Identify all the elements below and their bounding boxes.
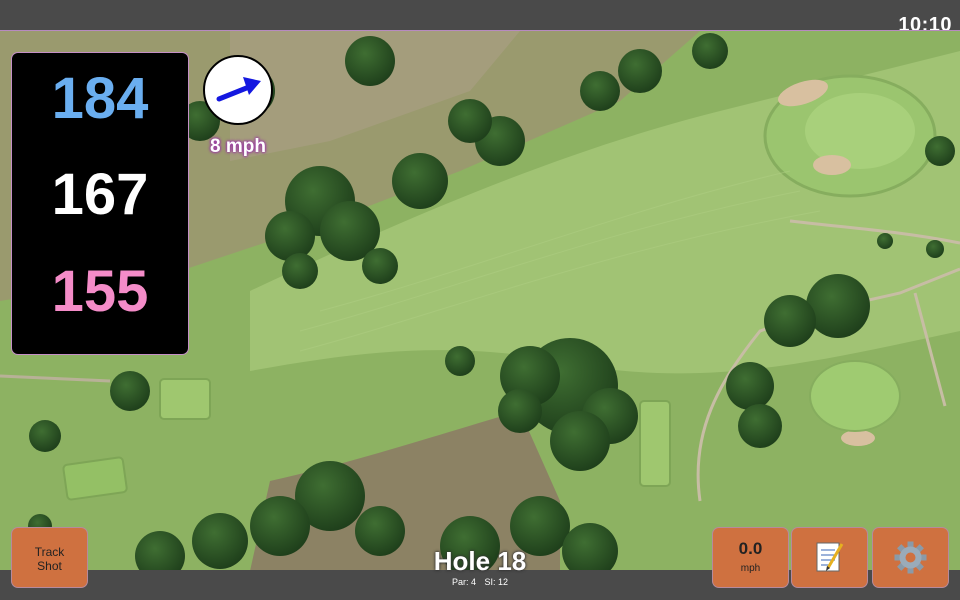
settings-button[interactable] xyxy=(873,528,948,587)
course-map[interactable]: 184 167 155 8 mph xyxy=(0,30,960,571)
wind-arrow-icon xyxy=(216,77,261,102)
track-shot-label-line1: Track xyxy=(34,545,65,559)
hole-par: Par: 4 xyxy=(451,577,476,587)
hole-info: Par: 4 SI: 12 xyxy=(380,577,580,587)
gear-icon xyxy=(894,541,927,574)
memo-icon xyxy=(816,542,844,572)
hole-stroke-index: SI: 12 xyxy=(484,577,509,587)
wind-direction-indicator xyxy=(203,55,273,125)
distance-front: 155 xyxy=(51,259,149,324)
status-bar: 10:10 xyxy=(0,0,960,36)
distance-panel[interactable]: 184 167 155 xyxy=(12,53,188,354)
track-shot-button[interactable]: Track Shot xyxy=(12,528,87,587)
speed-button[interactable]: 0.0 mph xyxy=(713,528,788,587)
track-shot-label-line2: Shot xyxy=(37,559,62,573)
distance-middle: 167 xyxy=(51,162,149,227)
speed-value: 0.0 xyxy=(738,539,763,558)
speed-unit: mph xyxy=(740,563,761,574)
hole-title: Hole 18 xyxy=(433,546,527,576)
wind-speed: 8 mph xyxy=(210,136,266,157)
notes-button[interactable] xyxy=(792,528,867,587)
distance-back: 184 xyxy=(51,66,149,131)
